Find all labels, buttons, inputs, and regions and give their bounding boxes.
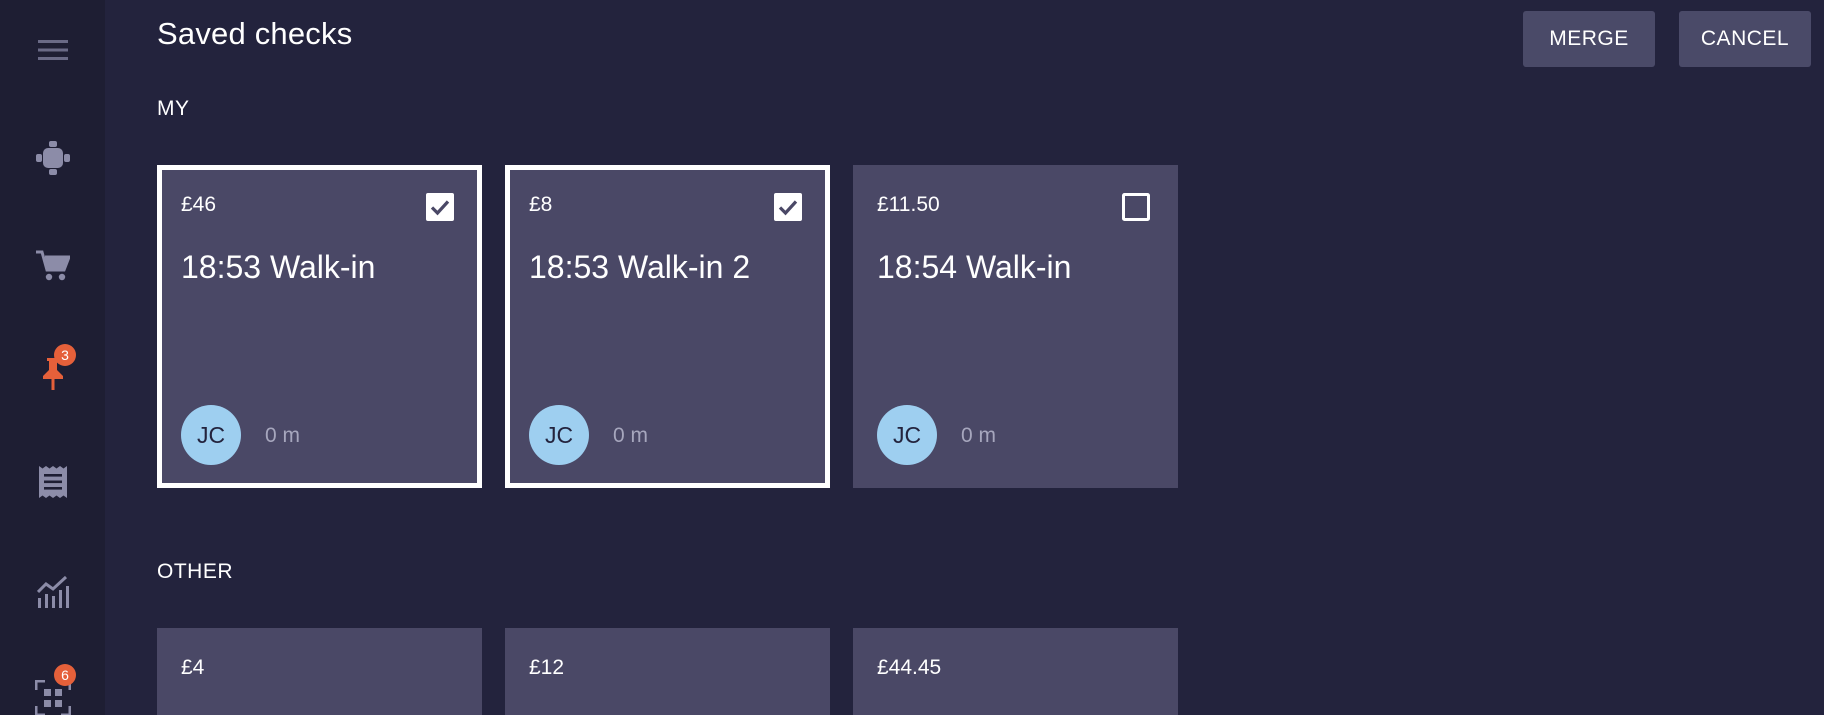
cart-icon [35,250,70,281]
checkbox-checked[interactable] [774,193,802,221]
scan-badge: 6 [54,664,76,686]
check-card[interactable]: £46 18:53 Walk-in JC 0 m [157,165,482,488]
check-amount: £8 [529,193,553,216]
section-label-my: MY [157,97,190,120]
pinned-badge: 3 [54,344,76,366]
checkbox-unchecked[interactable] [1122,193,1150,221]
page-title: Saved checks [157,16,353,51]
check-elapsed-time: 0 m [961,424,997,447]
check-amount: £11.50 [877,193,940,216]
sidebar-item-pinned[interactable]: 3 [0,344,105,404]
avatar: JC [181,405,241,465]
sidebar-item-tables[interactable] [0,128,105,188]
menu-button[interactable] [0,20,105,80]
merge-button[interactable]: MERGE [1523,11,1655,67]
check-card[interactable]: £8 18:53 Walk-in 2 JC 0 m [505,165,830,488]
avatar: JC [877,405,937,465]
sidebar-item-receipts[interactable] [0,452,105,512]
section-label-other: OTHER [157,560,233,583]
check-title: 18:53 Walk-in 2 [529,249,751,285]
checkbox-checked-icon [426,193,454,221]
checkbox-checked-icon [774,193,802,221]
check-amount: £46 [181,193,217,216]
check-card[interactable]: £11.50 18:54 Walk-in JC 0 m [853,165,1178,488]
check-amount: £12 [529,656,565,679]
check-elapsed-time: 0 m [613,424,649,447]
main-content: Saved checks MERGE CANCEL MY £46 18:53 W… [105,0,1824,715]
receipt-icon [38,466,67,498]
check-title: 18:53 Walk-in [181,249,376,285]
sidebar: 3 6 [0,0,105,715]
check-card[interactable]: £12 [505,628,830,715]
check-amount: £44.45 [877,656,942,679]
avatar: JC [529,405,589,465]
checkbox-checked[interactable] [426,193,454,221]
sidebar-item-analytics[interactable] [0,562,105,622]
analytics-icon [36,576,69,608]
cancel-button[interactable]: CANCEL [1679,11,1811,67]
check-amount: £4 [181,656,205,679]
check-elapsed-time: 0 m [265,424,301,447]
check-card[interactable]: £4 [157,628,482,715]
checkbox-unchecked-icon [1122,193,1150,221]
sidebar-item-scan[interactable]: 6 [0,664,105,715]
sidebar-item-cart[interactable] [0,236,105,296]
menu-icon [37,40,68,60]
check-card[interactable]: £44.45 [853,628,1178,715]
table-icon [35,141,70,175]
check-title: 18:54 Walk-in [877,249,1072,285]
